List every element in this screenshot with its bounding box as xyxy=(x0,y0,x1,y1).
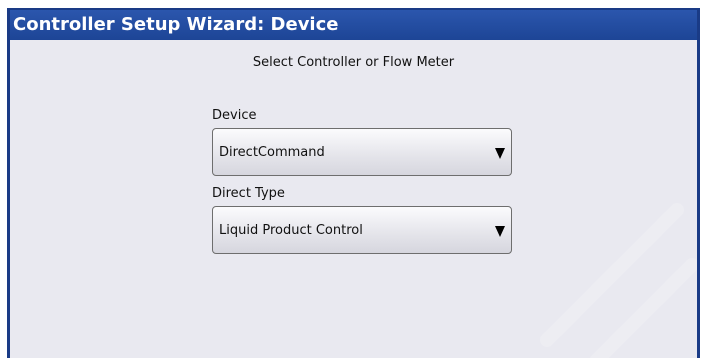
direct-type-label: Direct Type xyxy=(212,186,285,201)
page-subtitle: Select Controller or Flow Meter xyxy=(252,55,455,70)
device-dropdown[interactable]: DirectCommand xyxy=(212,128,512,176)
watermark-graphic xyxy=(540,203,697,360)
device-label: Device xyxy=(212,108,257,123)
direct-type-dropdown[interactable]: Liquid Product Control xyxy=(212,206,512,254)
setup-wizard-window: Controller Setup Wizard: Device Select C… xyxy=(7,8,700,360)
dropdown-arrow-icon xyxy=(495,226,505,237)
dropdown-arrow-icon xyxy=(495,148,505,159)
window-title: Controller Setup Wizard: Device xyxy=(10,10,697,40)
direct-type-dropdown-value: Liquid Product Control xyxy=(219,223,363,238)
device-dropdown-value: DirectCommand xyxy=(219,145,325,160)
